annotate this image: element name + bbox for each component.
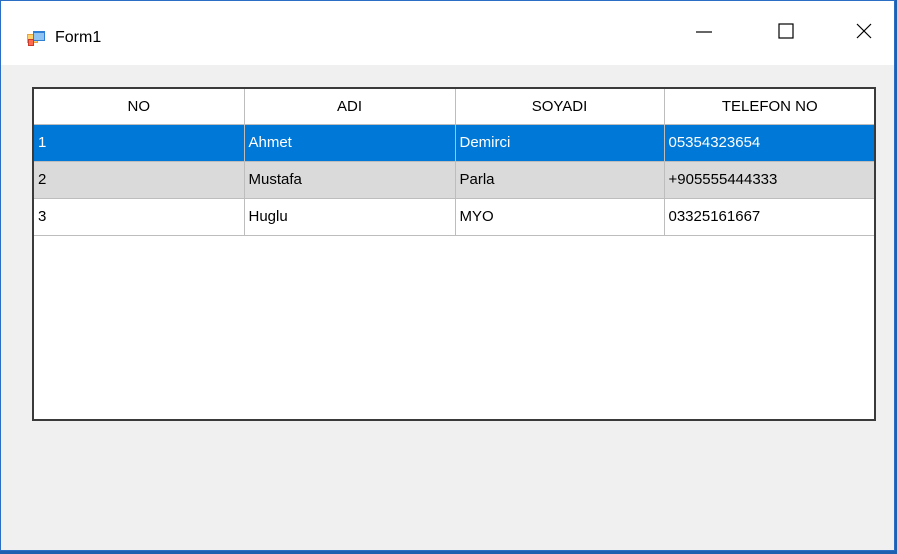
form1-window: Form1 NO ADI SOYADI TELEFON NO 1 Ahmet D… [0,0,895,551]
cell-no[interactable]: 2 [34,160,245,199]
cell-adi[interactable]: Huglu [243,197,456,236]
winforms-app-icon [27,31,45,47]
close-button[interactable] [835,1,893,65]
cell-no[interactable]: 1 [34,123,245,162]
maximize-icon [776,21,796,46]
window-title: Form1 [55,29,102,46]
minimize-icon [694,21,714,46]
cell-telefon[interactable]: 05354323654 [663,123,874,162]
cell-adi[interactable]: Mustafa [243,160,456,199]
table-row[interactable]: 1 Ahmet Demirci 05354323654 [34,123,874,162]
column-header-adi[interactable]: ADI [243,89,456,125]
cell-telefon[interactable]: 03325161667 [663,197,874,236]
table-row[interactable]: 3 Huglu MYO 03325161667 [34,197,874,236]
column-header-telefon-no[interactable]: TELEFON NO [663,89,874,125]
cell-telefon[interactable]: +905555444333 [663,160,874,199]
minimize-button[interactable] [675,1,733,65]
maximize-button[interactable] [757,1,815,65]
header-row: NO ADI SOYADI TELEFON NO [34,89,874,125]
column-header-soyadi[interactable]: SOYADI [454,89,665,125]
close-icon [854,21,874,46]
cell-soyadi[interactable]: Parla [454,160,665,199]
cell-soyadi[interactable]: MYO [454,197,665,236]
cell-no[interactable]: 3 [34,197,245,236]
column-header-no[interactable]: NO [34,89,245,125]
cell-adi[interactable]: Ahmet [243,123,456,162]
title-bar[interactable]: Form1 [1,1,894,65]
cell-soyadi[interactable]: Demirci [454,123,665,162]
data-grid-view[interactable]: NO ADI SOYADI TELEFON NO 1 Ahmet Demirci… [32,87,876,421]
table-row[interactable]: 2 Mustafa Parla +905555444333 [34,160,874,199]
data-grid-table: NO ADI SOYADI TELEFON NO 1 Ahmet Demirci… [34,89,874,236]
